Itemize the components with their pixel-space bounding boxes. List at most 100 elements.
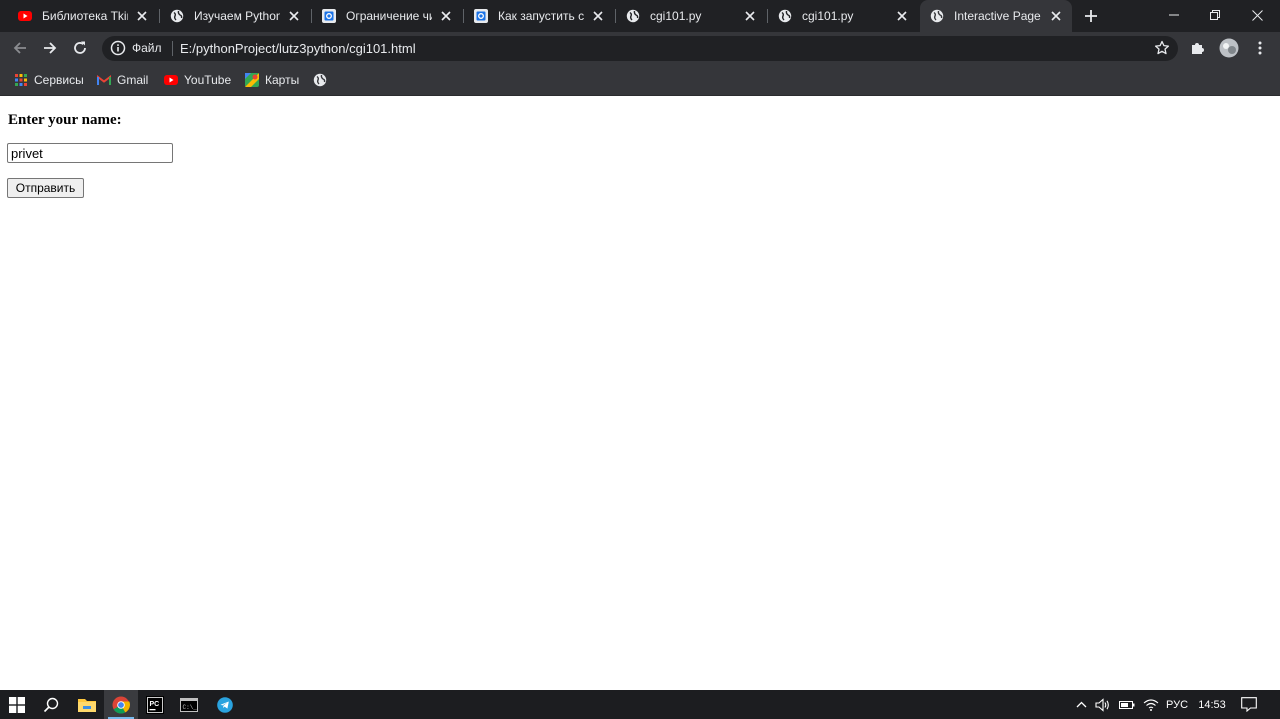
- terminal-icon: C:\_: [180, 697, 198, 712]
- taskbar-file-explorer[interactable]: [70, 690, 104, 719]
- file-explorer-icon: [78, 699, 96, 712]
- globe-icon: [313, 73, 327, 87]
- bookmark-maps[interactable]: Карты: [245, 71, 299, 89]
- o-app-icon: [474, 9, 488, 23]
- restore-button[interactable]: [1192, 0, 1238, 30]
- tab-interactive-page[interactable]: Interactive Page: [920, 0, 1072, 32]
- bookmark-globe[interactable]: [313, 71, 333, 89]
- bookmark-star-icon[interactable]: [1154, 40, 1170, 56]
- extensions-button[interactable]: [1188, 38, 1208, 58]
- bookmark-services[interactable]: Сервисы: [14, 71, 84, 89]
- svg-text:C:\_: C:\_: [183, 704, 198, 711]
- tab-tkinter[interactable]: Библиотека Tkinter: [8, 0, 158, 32]
- avatar[interactable]: [1218, 38, 1240, 58]
- arrow-left-icon: [13, 42, 26, 54]
- bookmark-label: Сервисы: [34, 73, 84, 87]
- reload-button[interactable]: [70, 38, 90, 58]
- bookmark-youtube[interactable]: YouTube: [164, 71, 231, 89]
- close-icon[interactable]: [286, 8, 302, 24]
- volume-icon: [1095, 697, 1109, 712]
- tab-title: Изучаем Python. 3: [194, 9, 280, 23]
- tab-title: Библиотека Tkinter: [42, 9, 128, 23]
- bookmark-label: YouTube: [184, 73, 232, 87]
- forward-button[interactable]: [40, 38, 60, 58]
- back-button[interactable]: [10, 38, 30, 58]
- bookmark-gmail[interactable]: Gmail: [97, 71, 148, 89]
- wifi-button[interactable]: [1142, 690, 1160, 719]
- tab-limit[interactable]: Ограничение чис: [312, 0, 462, 32]
- youtube-icon: [18, 9, 32, 23]
- tray-overflow-button[interactable]: [1073, 690, 1089, 719]
- globe-icon: [170, 9, 184, 23]
- close-icon[interactable]: [134, 8, 150, 24]
- close-icon[interactable]: [438, 8, 454, 24]
- tab-title: Interactive Page: [954, 9, 1041, 23]
- close-icon: [1251, 9, 1263, 21]
- maps-icon: [245, 73, 259, 87]
- globe-icon: [778, 9, 792, 23]
- start-button[interactable]: [0, 690, 34, 719]
- arrow-right-icon: [44, 42, 57, 54]
- tab-cgi101-a[interactable]: cgi101.py: [616, 0, 766, 32]
- minimize-button[interactable]: [1151, 0, 1197, 30]
- language-indicator[interactable]: РУС: [1163, 690, 1191, 719]
- name-input[interactable]: [7, 143, 173, 163]
- bookmark-label: Gmail: [117, 73, 149, 87]
- tab-title: cgi101.py: [802, 9, 854, 23]
- tab-title: cgi101.py: [650, 9, 702, 23]
- pycharm-icon: PC: [146, 695, 164, 714]
- taskbar: PC C:\_ РУС 14:53: [0, 690, 1280, 719]
- globe-icon: [930, 9, 944, 23]
- chevron-up-icon: [1076, 701, 1086, 708]
- bookmarks-bar: Сервисы Gmail YouTube Карты: [0, 64, 1280, 96]
- tab-title: Как запустить скр: [498, 9, 584, 23]
- plus-icon: [1085, 10, 1097, 22]
- taskbar-terminal[interactable]: C:\_: [172, 690, 206, 719]
- profile-icon: [1219, 38, 1239, 58]
- close-icon[interactable]: [894, 8, 910, 24]
- page-content: Enter your name: Отправить: [0, 96, 1280, 690]
- scheme-label: Файл: [132, 41, 162, 55]
- tab-python-book[interactable]: Изучаем Python. 3: [160, 0, 310, 32]
- info-icon[interactable]: [110, 40, 126, 56]
- tab-cgi101-b[interactable]: cgi101.py: [768, 0, 918, 32]
- menu-button[interactable]: [1250, 38, 1270, 58]
- tab-title: Ограничение чис: [346, 9, 432, 23]
- clock[interactable]: 14:53: [1195, 690, 1229, 719]
- bookmark-label: Карты: [265, 73, 300, 87]
- telegram-icon: [217, 696, 233, 713]
- youtube-icon: [164, 73, 178, 87]
- close-icon[interactable]: [590, 8, 606, 24]
- gmail-icon: [97, 73, 111, 87]
- notification-icon: [1241, 697, 1257, 712]
- puzzle-icon: [1192, 43, 1204, 54]
- notification-center-button[interactable]: [1238, 690, 1260, 719]
- start-icon: [9, 696, 25, 713]
- o-app-icon: [322, 9, 336, 23]
- taskbar-telegram[interactable]: [208, 690, 242, 719]
- volume-button[interactable]: [1094, 690, 1112, 719]
- address-bar[interactable]: Файл E:/pythonProject/lutz3python/cgi101…: [102, 36, 1178, 61]
- search-button[interactable]: [34, 690, 68, 719]
- url-text[interactable]: E:/pythonProject/lutz3python/cgi101.html: [180, 41, 416, 56]
- close-window-button[interactable]: [1234, 0, 1280, 30]
- battery-icon: [1119, 700, 1135, 709]
- wifi-icon: [1143, 699, 1159, 711]
- minimize-icon: [1169, 14, 1179, 16]
- globe-icon: [626, 9, 640, 23]
- svg-text:PC: PC: [150, 701, 160, 708]
- search-icon: [43, 697, 59, 712]
- close-icon[interactable]: [742, 8, 758, 24]
- chrome-icon: [112, 696, 130, 714]
- reload-icon: [74, 41, 86, 54]
- omnibox-divider: [172, 41, 173, 56]
- submit-button[interactable]: Отправить: [7, 178, 84, 198]
- tab-how-to-run[interactable]: Как запустить скр: [464, 0, 614, 32]
- taskbar-pycharm[interactable]: PC: [138, 690, 172, 719]
- close-icon[interactable]: [1048, 8, 1064, 24]
- restore-icon: [1210, 10, 1220, 20]
- name-prompt: Enter your name:: [8, 112, 122, 128]
- new-tab-button[interactable]: [1080, 5, 1102, 27]
- taskbar-chrome[interactable]: [104, 690, 138, 719]
- battery-button[interactable]: [1118, 690, 1136, 719]
